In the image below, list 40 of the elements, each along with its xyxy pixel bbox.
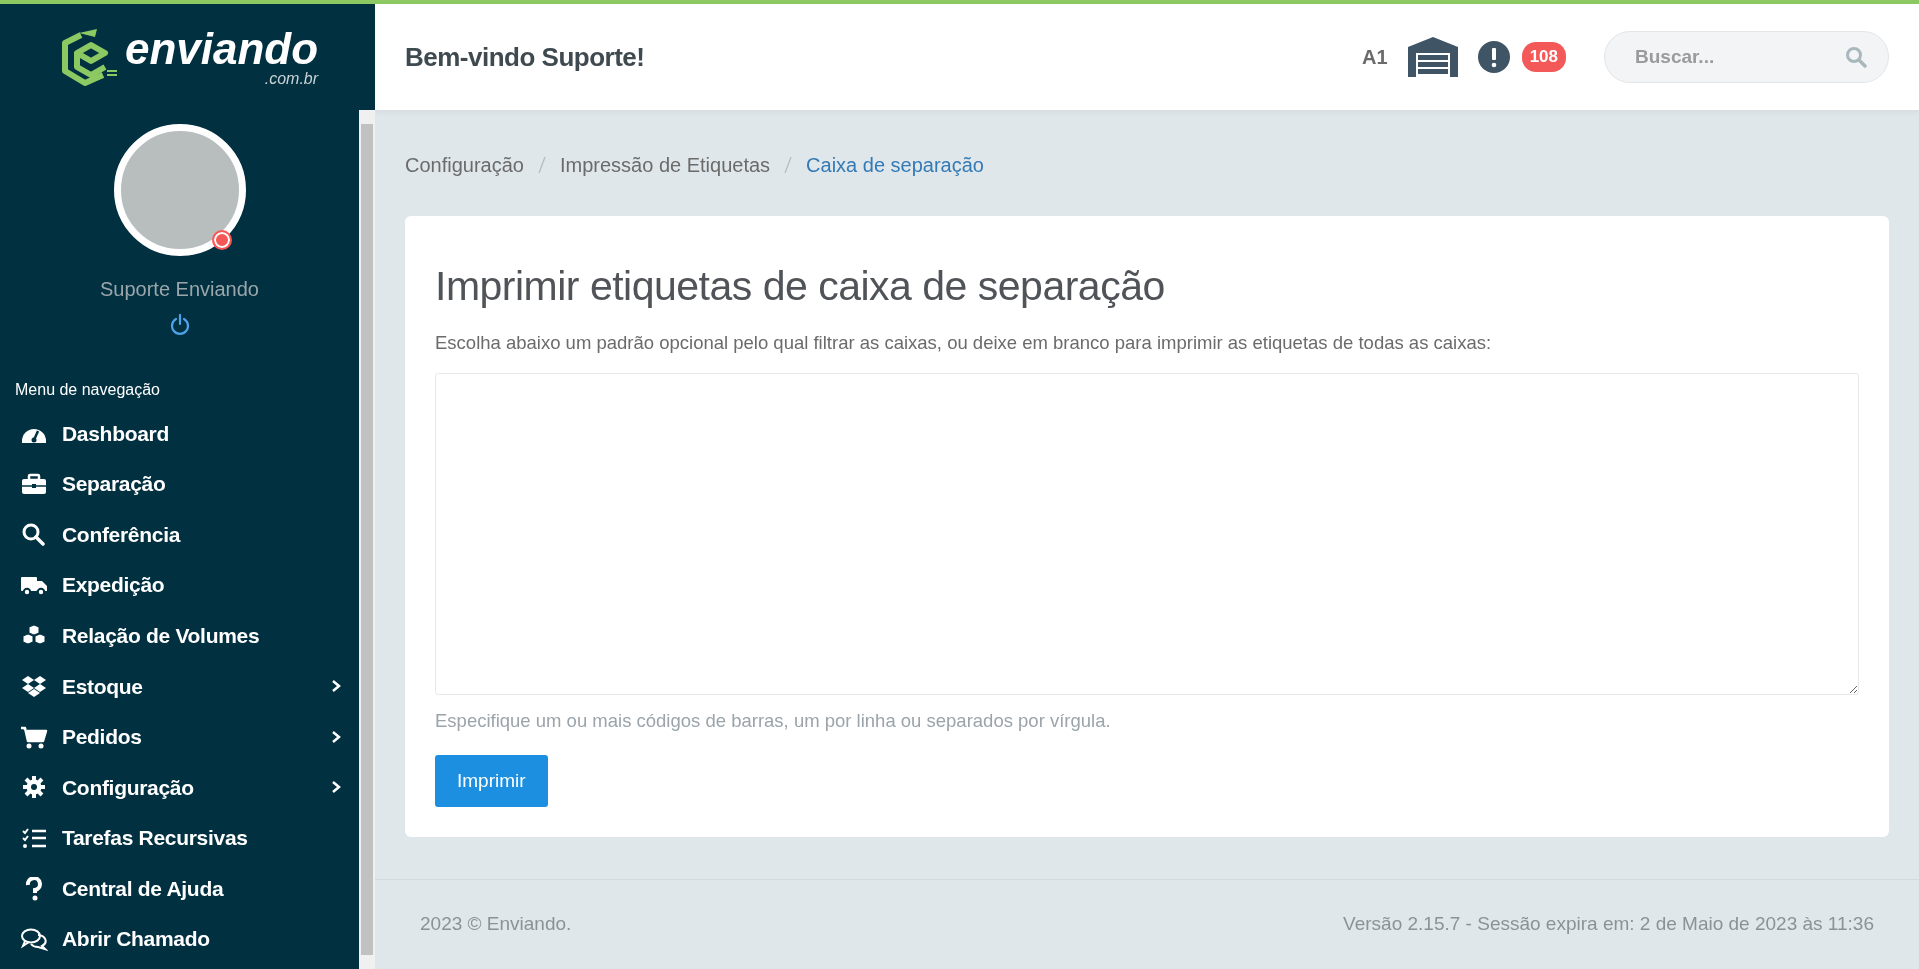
- briefcase-icon: [20, 471, 48, 496]
- sidebar-item[interactable]: Pedidos: [0, 711, 359, 763]
- sidebar-item[interactable]: Estoque: [0, 660, 359, 712]
- breadcrumb-link[interactable]: Impressão de Etiquetas: [559, 150, 771, 180]
- logo-text: enviando: [124, 27, 319, 71]
- alert-icon[interactable]: [1477, 41, 1510, 73]
- sidebar-item[interactable]: Separação: [0, 458, 359, 510]
- sidebar-item[interactable]: Dashboard: [0, 408, 359, 459]
- sidebar-item[interactable]: Configuração: [0, 762, 359, 813]
- search-field[interactable]: Buscar...: [1604, 31, 1889, 83]
- sidebar-item[interactable]: Expedição: [0, 559, 359, 611]
- sidebar-item[interactable]: Relação de Volumes: [0, 610, 359, 661]
- power-icon[interactable]: [169, 313, 190, 336]
- search-icon: [20, 522, 48, 547]
- gear-icon: [20, 775, 48, 800]
- breadcrumb-link[interactable]: Caixa de separação: [806, 150, 984, 180]
- form-description: Escolha abaixo um padrão opcional pelo qual filtrar as caixas, ou deixe em branco para imprimir as etiquetas de todas as caixas:: [435, 331, 1493, 356]
- warehouse-code: A1: [1362, 45, 1388, 70]
- logo-domain: .com.br: [263, 71, 319, 87]
- welcome-text: Bem-vindo Suporte!: [405, 40, 645, 74]
- barcode-input-field[interactable]: [435, 372, 1859, 695]
- sidebar-item[interactable]: Central de Ajuda: [0, 863, 359, 914]
- slash-icon: [537, 156, 546, 174]
- chat-icon: [20, 927, 48, 952]
- form-title: Imprimir etiquetas de caixa de separação: [435, 262, 1166, 311]
- session-info: Versão 2.15.7 - Sessão expira em: 2 de Maio de 2023 às 11:36: [1343, 912, 1874, 937]
- user-name: Suporte Enviando: [99, 277, 260, 302]
- help-text: Especifique um ou mais códigos de barras, um por linha ou separados por vírgula.: [435, 708, 1112, 733]
- notification-count: 108: [1521, 42, 1566, 72]
- breadcrumb-link[interactable]: Configuração: [405, 150, 524, 180]
- cart-icon: [20, 724, 48, 749]
- menu-heading: Menu de navegação: [14, 380, 161, 400]
- slash-icon: [784, 156, 793, 174]
- checklist-icon: [20, 826, 48, 851]
- sidebar-item[interactable]: Conferência: [0, 509, 359, 560]
- copyright-text: 2023 © Enviando.: [420, 912, 572, 937]
- warehouse-icon[interactable]: [1407, 37, 1458, 77]
- sidebar-item[interactable]: Abrir Chamado: [0, 913, 359, 965]
- scrollbar[interactable]: [359, 110, 375, 969]
- sidebar-item[interactable]: Tarefas Recursivas: [0, 812, 359, 864]
